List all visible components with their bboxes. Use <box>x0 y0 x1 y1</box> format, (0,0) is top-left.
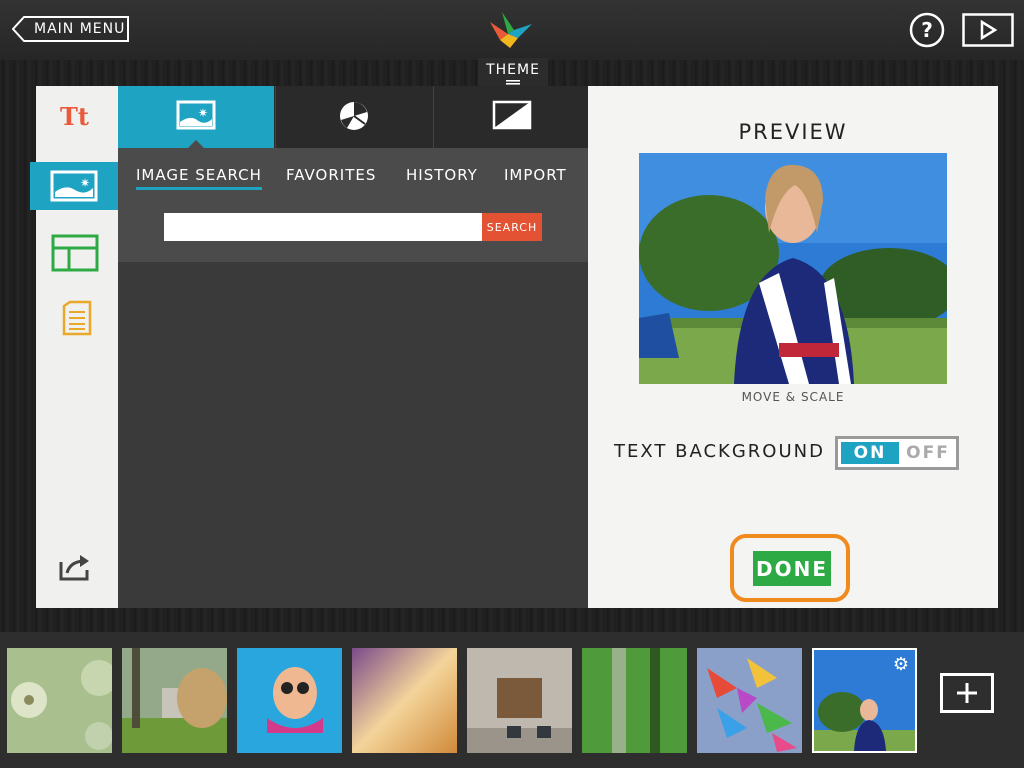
thumbnail-garden[interactable] <box>122 648 227 753</box>
thumbnail-green-trees[interactable] <box>582 648 687 753</box>
thumbnail-swimming[interactable] <box>237 648 342 753</box>
share-icon <box>59 555 89 581</box>
toggle-on[interactable]: ON <box>841 442 899 464</box>
thumbnail-paper-cranes[interactable] <box>697 648 802 753</box>
svg-text:✷: ✷ <box>198 106 208 120</box>
preview-pane: PREVIEW MOVE & SCALE TEXT BACKGROUND ON … <box>588 86 998 608</box>
child-sitting-image <box>467 648 572 753</box>
thumbnail-child-sitting[interactable] <box>467 648 572 753</box>
preview-image[interactable] <box>639 153 947 384</box>
document-icon <box>62 300 92 336</box>
subtab-favorites[interactable]: FAVORITES <box>286 166 376 184</box>
thumbnail-fabric[interactable] <box>352 648 457 753</box>
thumbnail-dandelion[interactable] <box>7 648 112 753</box>
done-button[interactable]: DONE <box>753 551 831 586</box>
move-scale-caption: MOVE & SCALE <box>741 390 845 404</box>
garden-image <box>122 648 227 753</box>
subtab-history[interactable]: HISTORY <box>406 166 478 184</box>
thumbnail-girl-soccer[interactable]: ⚙ <box>812 648 917 753</box>
text-background-toggle[interactable]: ON OFF <box>835 436 959 470</box>
tab-contrast[interactable] <box>433 86 589 148</box>
top-bar: MAIN MENU ? <box>0 0 1024 60</box>
layout-icon <box>51 234 99 272</box>
main-menu-label: MAIN MENU <box>34 21 126 37</box>
text-background-label: TEXT BACKGROUND <box>614 441 825 462</box>
theme-tab-label: THEME <box>486 62 540 78</box>
tab-pointer-icon <box>188 140 204 148</box>
sidebar-item-layout[interactable] <box>36 230 118 278</box>
green-trees-image <box>582 648 687 753</box>
paper-cranes-image <box>697 648 802 753</box>
sidebar-item-document[interactable] <box>36 294 118 342</box>
dandelion-image <box>7 648 112 753</box>
search-input[interactable] <box>164 213 482 241</box>
image-icon: ✷ <box>50 162 130 210</box>
source-subtabs: IMAGE SEARCH FAVORITES HISTORY IMPORT <box>118 148 588 262</box>
sidebar: Tt ✷ <box>30 86 130 608</box>
help-question-icon[interactable]: ? <box>909 12 945 48</box>
add-card-button[interactable] <box>940 673 994 713</box>
play-icon[interactable] <box>962 13 1014 47</box>
image-icon: ✷ <box>176 100 216 130</box>
toggle-off[interactable]: OFF <box>900 442 956 464</box>
origami-bird-logo <box>490 12 532 48</box>
swimming-image <box>237 648 342 753</box>
subtab-import[interactable]: IMPORT <box>504 166 567 184</box>
sidebar-item-image[interactable]: ✷ <box>30 162 130 210</box>
contrast-icon <box>492 100 531 130</box>
text-tt-icon: Tt <box>60 102 89 131</box>
plus-icon <box>957 683 977 703</box>
tab-image[interactable]: ✷ <box>118 86 274 148</box>
preview-title: PREVIEW <box>738 120 848 144</box>
svg-text:?: ? <box>921 18 933 42</box>
gear-icon[interactable]: ⚙ <box>893 654 909 675</box>
sidebar-item-text[interactable]: Tt <box>36 96 118 144</box>
svg-text:✷: ✷ <box>80 176 90 190</box>
tab-color[interactable] <box>275 86 432 148</box>
tab-bar: ✷ <box>118 86 588 148</box>
main-menu-button[interactable]: MAIN MENU <box>12 16 130 42</box>
subtab-image-search[interactable]: IMAGE SEARCH <box>136 166 262 190</box>
color-palette-icon <box>340 102 368 130</box>
search-button[interactable]: SEARCH <box>482 213 542 241</box>
fabric-image <box>352 648 457 753</box>
girl-soccer-photo <box>639 153 947 384</box>
sidebar-item-share[interactable] <box>36 544 118 592</box>
